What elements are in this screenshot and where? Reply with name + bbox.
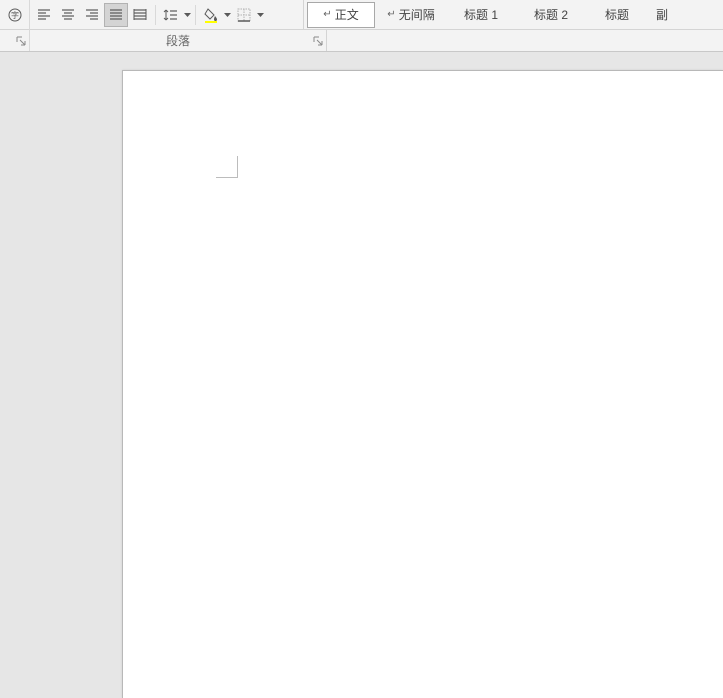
pilcrow-icon: ↵ (323, 9, 331, 20)
ribbon-row: 字 (0, 0, 723, 30)
align-distributed-button[interactable] (128, 3, 152, 27)
style-label: 无间隔 (399, 6, 435, 23)
styles-group-label-area (326, 29, 723, 51)
paragraph-group-label-area: 段落 (30, 29, 326, 51)
style-label: 正文 (335, 6, 359, 23)
dialog-launcher-icon[interactable] (16, 35, 26, 49)
style-body-text[interactable]: ↵ 正文 (307, 2, 375, 28)
style-no-spacing[interactable]: ↵ 无间隔 (377, 2, 445, 28)
ribbon-labels-row: 段落 (0, 30, 723, 52)
svg-text:字: 字 (11, 10, 19, 20)
shading-button[interactable] (199, 3, 223, 27)
margin-corner-indicator (216, 156, 238, 178)
borders-button[interactable] (232, 3, 256, 27)
line-spacing-button[interactable] (159, 3, 183, 27)
style-heading-1[interactable]: 标题 1 (447, 2, 515, 28)
dialog-launcher-icon[interactable] (313, 35, 323, 49)
align-center-button[interactable] (56, 3, 80, 27)
style-heading-2[interactable]: 标题 2 (517, 2, 585, 28)
style-label: 副 (656, 6, 668, 23)
separator (195, 5, 196, 25)
align-left-button[interactable] (32, 3, 56, 27)
style-label: 标题 2 (534, 6, 568, 23)
document-area[interactable] (0, 52, 723, 698)
align-justify-button[interactable] (104, 3, 128, 27)
paragraph-group-label: 段落 (166, 32, 190, 49)
pilcrow-icon: ↵ (387, 9, 395, 20)
style-subtitle[interactable]: 副 (649, 2, 671, 28)
style-label: 标题 (605, 6, 629, 23)
line-spacing-dropdown[interactable] (183, 3, 192, 27)
style-label: 标题 1 (464, 6, 498, 23)
enclose-characters-button[interactable]: 字 (3, 3, 27, 27)
style-title[interactable]: 标题 (587, 2, 647, 28)
paragraph-group-buttons (30, 3, 265, 27)
font-group-trailing: 字 (0, 0, 30, 30)
font-group-launcher-area (0, 29, 30, 51)
styles-gallery[interactable]: ↵ 正文 ↵ 无间隔 标题 1 标题 2 标题 副 (303, 0, 723, 30)
borders-dropdown[interactable] (256, 3, 265, 27)
shading-dropdown[interactable] (223, 3, 232, 27)
document-page[interactable] (122, 70, 723, 698)
separator (155, 5, 156, 25)
align-right-button[interactable] (80, 3, 104, 27)
